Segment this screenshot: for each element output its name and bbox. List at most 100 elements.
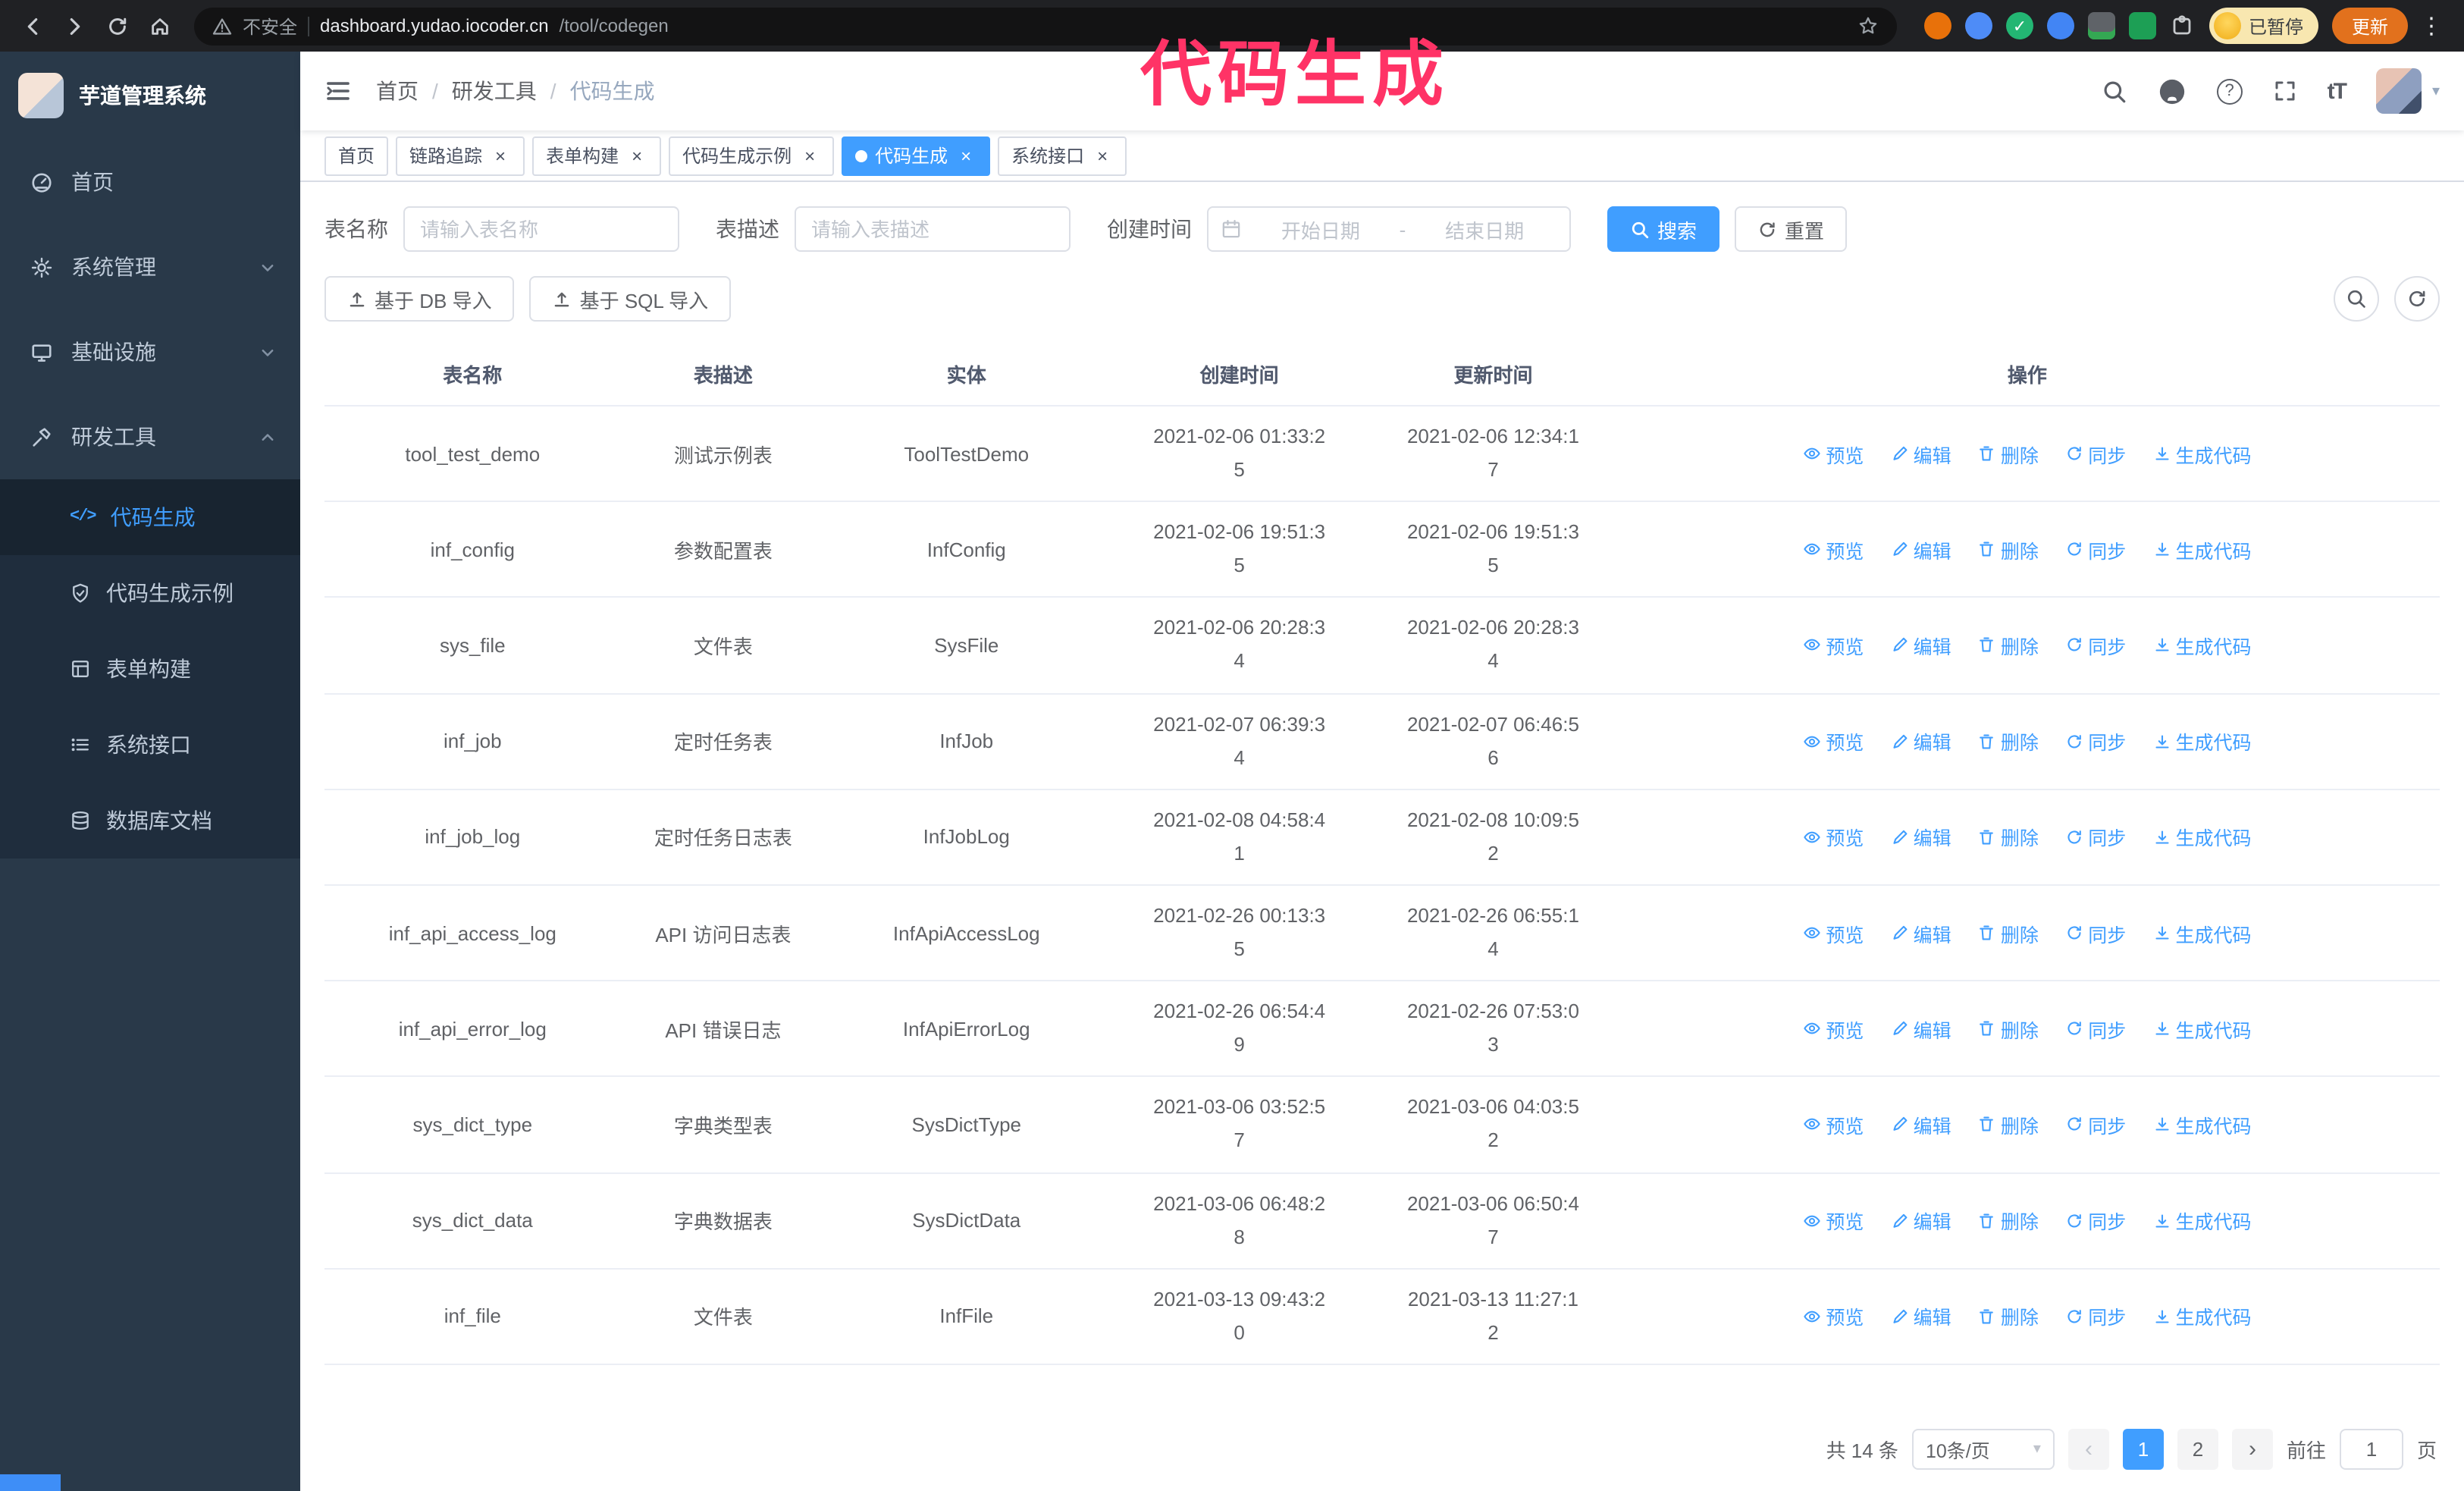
fullscreen-icon[interactable]	[2273, 79, 2297, 103]
close-icon[interactable]: ×	[955, 145, 977, 166]
sync-link[interactable]: 同步	[2065, 1206, 2126, 1235]
extensions-puzzle-icon[interactable]	[2170, 14, 2194, 38]
preview-link[interactable]: 预览	[1803, 1110, 1864, 1139]
sidebar-item-dev-tools[interactable]: 研发工具	[0, 394, 300, 479]
date-range-picker[interactable]: 开始日期 - 结束日期	[1207, 206, 1571, 252]
sidebar-item-form-builder[interactable]: 表单构建	[0, 631, 300, 707]
reset-button[interactable]: 重置	[1735, 206, 1848, 252]
delete-link[interactable]: 删除	[1978, 823, 2039, 852]
bookmark-star-icon[interactable]	[1857, 15, 1879, 36]
table-name-input[interactable]	[403, 206, 679, 252]
delete-link[interactable]: 删除	[1978, 535, 2039, 564]
edit-link[interactable]: 编辑	[1891, 823, 1951, 852]
reload-button[interactable]	[97, 6, 136, 46]
prev-page-button[interactable]: ‹	[2067, 1429, 2109, 1470]
delete-link[interactable]: 删除	[1978, 1014, 2039, 1043]
app-logo[interactable]: 芋道管理系统	[0, 52, 300, 140]
edit-link[interactable]: 编辑	[1891, 1110, 1951, 1139]
preview-link[interactable]: 预览	[1803, 727, 1864, 755]
delete-link[interactable]: 删除	[1978, 1110, 2039, 1139]
extension-icon-orange[interactable]	[1923, 12, 1951, 39]
tab-home[interactable]: 首页	[324, 136, 389, 175]
sync-link[interactable]: 同步	[2065, 823, 2126, 852]
edit-link[interactable]: 编辑	[1891, 535, 1951, 564]
tab-trace[interactable]: 链路追踪 ×	[396, 136, 525, 175]
address-bar[interactable]: 不安全 dashboard.yudao.iocoder.cn/tool/code…	[194, 7, 1897, 45]
generate-code-link[interactable]: 生成代码	[2152, 631, 2252, 660]
tab-system-api[interactable]: 系统接口 ×	[998, 136, 1127, 175]
font-size-icon[interactable]: tT	[2328, 78, 2347, 104]
page-button-1[interactable]: 1	[2122, 1429, 2164, 1470]
delete-link[interactable]: 删除	[1978, 1302, 2039, 1331]
profile-sync-paused-chip[interactable]: 已暂停	[2209, 8, 2318, 44]
refresh-button[interactable]	[2394, 276, 2440, 322]
sync-link[interactable]: 同步	[2065, 727, 2126, 755]
tab-form-builder[interactable]: 表单构建 ×	[532, 136, 662, 175]
generate-code-link[interactable]: 生成代码	[2152, 1014, 2252, 1043]
edit-link[interactable]: 编辑	[1891, 631, 1951, 660]
sidebar-item-infrastructure[interactable]: 基础设施	[0, 309, 300, 394]
toggle-search-button[interactable]	[2334, 276, 2379, 322]
preview-link[interactable]: 预览	[1803, 1014, 1864, 1043]
date-start-placeholder[interactable]: 开始日期	[1248, 215, 1393, 243]
edit-link[interactable]: 编辑	[1891, 1014, 1951, 1043]
edit-link[interactable]: 编辑	[1891, 918, 1951, 947]
sidebar-item-home[interactable]: 首页	[0, 140, 300, 224]
delete-link[interactable]: 删除	[1978, 918, 2039, 947]
sidebar-item-system-api[interactable]: 系统接口	[0, 707, 300, 783]
generate-code-link[interactable]: 生成代码	[2152, 918, 2252, 947]
close-icon[interactable]: ×	[490, 145, 511, 166]
tab-codegen[interactable]: 代码生成 ×	[842, 136, 991, 175]
sidebar-item-code-generation-example[interactable]: 代码生成示例	[0, 555, 300, 631]
generate-code-link[interactable]: 生成代码	[2152, 535, 2252, 564]
sync-link[interactable]: 同步	[2065, 1110, 2126, 1139]
preview-link[interactable]: 预览	[1803, 439, 1864, 468]
sync-link[interactable]: 同步	[2065, 1302, 2126, 1331]
sync-link[interactable]: 同步	[2065, 439, 2126, 468]
preview-link[interactable]: 预览	[1803, 823, 1864, 852]
preview-link[interactable]: 预览	[1803, 631, 1864, 660]
next-page-button[interactable]: ›	[2231, 1429, 2273, 1470]
tab-codegen-example[interactable]: 代码生成示例 ×	[669, 136, 835, 175]
goto-page-input[interactable]	[2339, 1429, 2403, 1470]
github-icon[interactable]	[2158, 77, 2187, 105]
back-button[interactable]	[12, 6, 52, 46]
extension-icon-screenshot[interactable]	[2087, 12, 2115, 39]
sync-link[interactable]: 同步	[2065, 631, 2126, 660]
sidebar-collapse-icon[interactable]	[324, 77, 352, 105]
preview-link[interactable]: 预览	[1803, 918, 1864, 947]
user-menu[interactable]: ▾	[2375, 68, 2440, 114]
generate-code-link[interactable]: 生成代码	[2152, 823, 2252, 852]
chrome-update-button[interactable]: 更新	[2331, 8, 2408, 44]
edit-link[interactable]: 编辑	[1891, 1206, 1951, 1235]
close-icon[interactable]: ×	[799, 145, 820, 166]
date-end-placeholder[interactable]: 结束日期	[1412, 215, 1557, 243]
sidebar-item-database-doc[interactable]: 数据库文档	[0, 783, 300, 859]
extension-icon-blue[interactable]	[1964, 12, 1992, 39]
delete-link[interactable]: 删除	[1978, 727, 2039, 755]
delete-link[interactable]: 删除	[1978, 439, 2039, 468]
home-button[interactable]	[140, 6, 179, 46]
delete-link[interactable]: 删除	[1978, 631, 2039, 660]
help-icon[interactable]: ?	[2216, 78, 2243, 104]
chrome-menu-icon[interactable]: ⋮	[2420, 12, 2443, 39]
edit-link[interactable]: 编辑	[1891, 727, 1951, 755]
generate-code-link[interactable]: 生成代码	[2152, 1110, 2252, 1139]
sidebar-item-code-generation[interactable]: </> 代码生成	[0, 479, 300, 555]
sync-link[interactable]: 同步	[2065, 535, 2126, 564]
preview-link[interactable]: 预览	[1803, 1206, 1864, 1235]
sync-link[interactable]: 同步	[2065, 1014, 2126, 1043]
extension-icon-people[interactable]	[2046, 12, 2074, 39]
sidebar-item-system-management[interactable]: 系统管理	[0, 224, 300, 309]
generate-code-link[interactable]: 生成代码	[2152, 1206, 2252, 1235]
search-button[interactable]: 搜索	[1607, 206, 1720, 252]
edit-link[interactable]: 编辑	[1891, 1302, 1951, 1331]
generate-code-link[interactable]: 生成代码	[2152, 727, 2252, 755]
extension-icon-green-check[interactable]: ✓	[2005, 12, 2033, 39]
search-icon[interactable]	[2102, 78, 2127, 104]
extension-icon-leaf[interactable]	[2128, 12, 2156, 39]
import-db-button[interactable]: 基于 DB 导入	[324, 276, 515, 322]
page-button-2[interactable]: 2	[2177, 1429, 2218, 1470]
page-size-select[interactable]: 10条/页 ▾	[1911, 1429, 2055, 1470]
preview-link[interactable]: 预览	[1803, 535, 1864, 564]
